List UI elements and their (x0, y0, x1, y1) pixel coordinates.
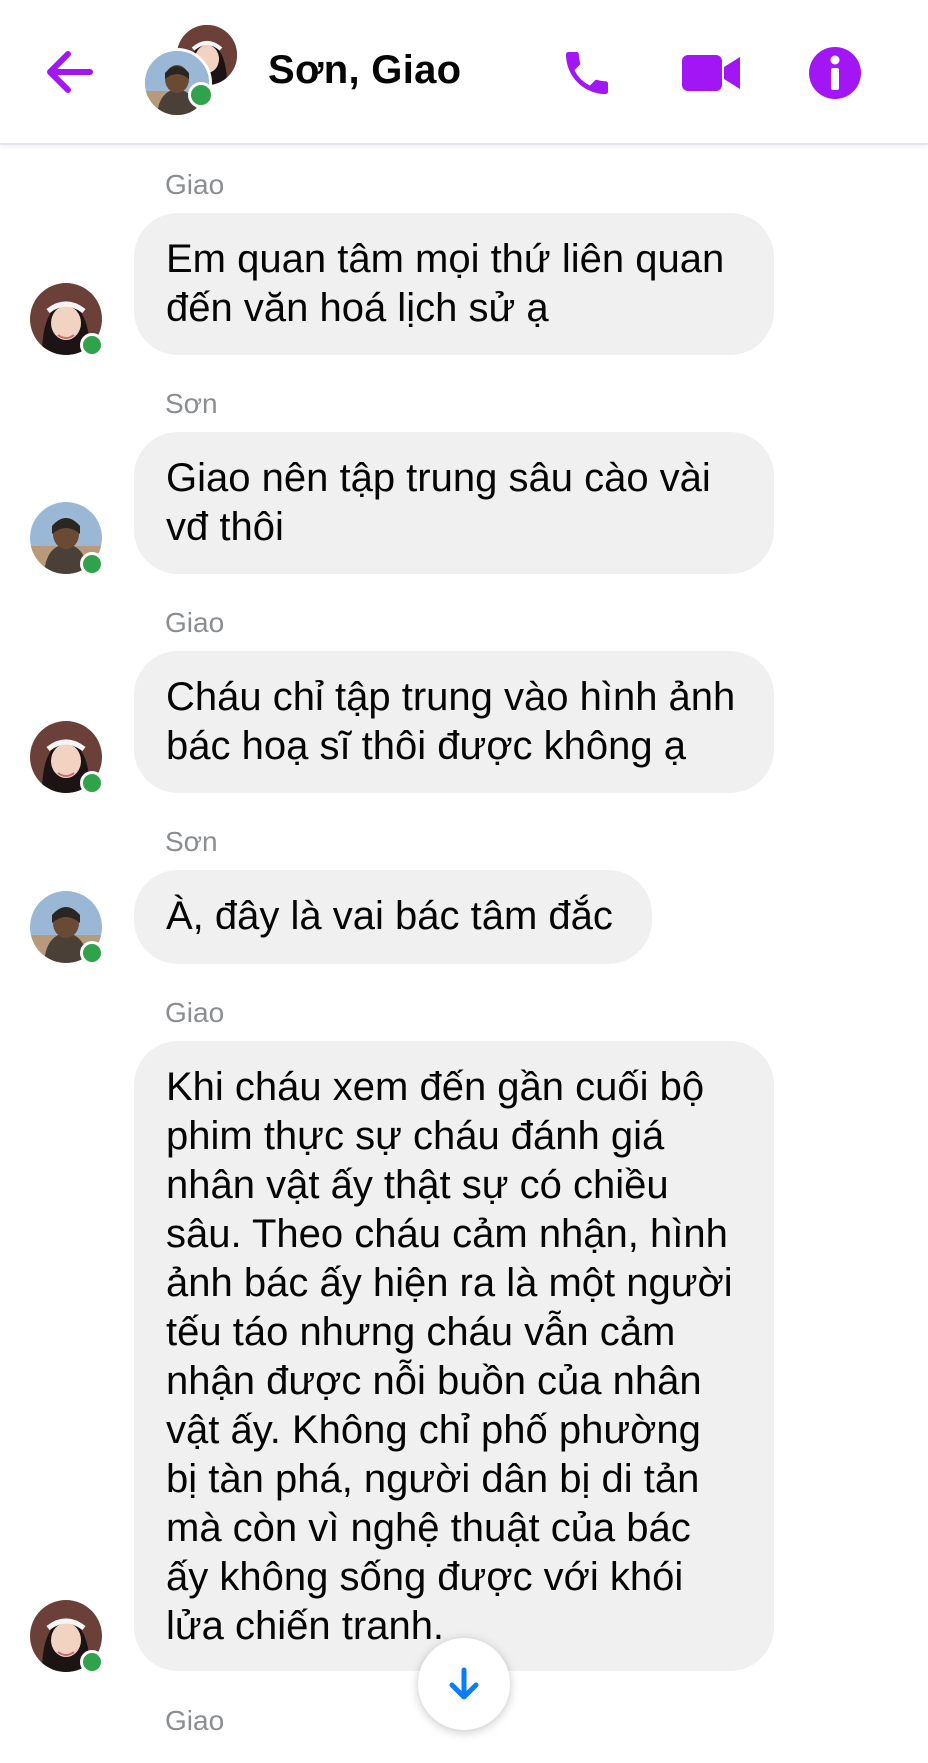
sender-name: Sơn (165, 388, 218, 419)
online-status-dot (188, 82, 214, 108)
online-status-dot (80, 941, 104, 965)
message-line: Cháu chỉ tập trung vào hình ảnh (166, 675, 736, 719)
back-arrow-icon (47, 51, 93, 93)
scroll-to-bottom-button[interactable] (418, 1638, 510, 1730)
message-line: bác hoạ sĩ thôi được không ạ (166, 724, 686, 768)
voice-call-button[interactable] (556, 42, 618, 104)
video-call-button[interactable] (680, 42, 742, 104)
message-bubble[interactable]: Khi cháu xem đến gần cuối bộ phim thực s… (134, 1041, 774, 1671)
sender-name: Giao (165, 1705, 225, 1736)
message-line: nhận được nỗi buồn của nhân (166, 1359, 702, 1403)
message-line: Giao nên tập trung sâu cào vài (166, 456, 711, 500)
message-line: đến văn hoá lịch sử ạ (166, 286, 549, 330)
message-line: sâu. Theo cháu cảm nhận, hình (166, 1212, 728, 1256)
message-bubble[interactable]: Em quan tâm mọi thứ liên quan đến văn ho… (134, 213, 774, 355)
phone-icon (566, 52, 608, 94)
sender-name: Giao (165, 997, 225, 1028)
sender-name: Sơn (165, 826, 218, 857)
message-line: bị tàn phá, người dân bị di tản (166, 1457, 700, 1501)
message-line: mà còn vì nghệ thuật của bác (166, 1506, 691, 1550)
online-status-dot (80, 771, 104, 795)
message-line: À, đây là vai bác tâm đắc (166, 894, 613, 938)
back-button[interactable] (40, 44, 100, 100)
group-avatar[interactable] (142, 22, 242, 122)
online-status-dot (80, 552, 104, 576)
message-line: vđ thôi (166, 505, 284, 549)
message-bubble[interactable]: Giao nên tập trung sâu cào vài vđ thôi (134, 432, 774, 574)
message-bubble[interactable]: À, đây là vai bác tâm đắc (134, 870, 652, 964)
message-line: ảnh bác ấy hiện ra là một người (166, 1261, 733, 1305)
message-line: nhân vật ấy thật sự có chiều (166, 1163, 669, 1207)
message-line: phim thực sự cháu đánh giá (166, 1114, 665, 1158)
message-line: Khi cháu xem đến gần cuối bộ (166, 1065, 705, 1109)
arrow-down-icon (449, 1667, 479, 1700)
message-line: vật ấy. Không chỉ phố phường (166, 1408, 701, 1452)
message-bubble[interactable]: Cháu chỉ tập trung vào hình ảnh bác hoạ … (134, 651, 774, 793)
info-icon (809, 47, 861, 99)
online-status-dot (80, 1650, 104, 1674)
message-line: ấy không sống được với khói (166, 1555, 684, 1599)
message-line: Em quan tâm mọi thứ liên quan (166, 237, 725, 281)
message-thread[interactable]: Giao Em quan tâm mọi thứ liên quan đến v… (0, 145, 928, 1763)
conversation-header: Sơn, Giao (0, 0, 928, 145)
sender-name: Giao (165, 607, 225, 638)
online-status-dot (80, 333, 104, 357)
video-camera-icon (682, 55, 740, 91)
sender-name: Giao (165, 169, 225, 200)
conversation-title[interactable]: Sơn, Giao (268, 48, 461, 93)
message-line: tếu táo nhưng cháu vẫn cảm (166, 1310, 676, 1354)
conversation-info-button[interactable] (804, 42, 866, 104)
